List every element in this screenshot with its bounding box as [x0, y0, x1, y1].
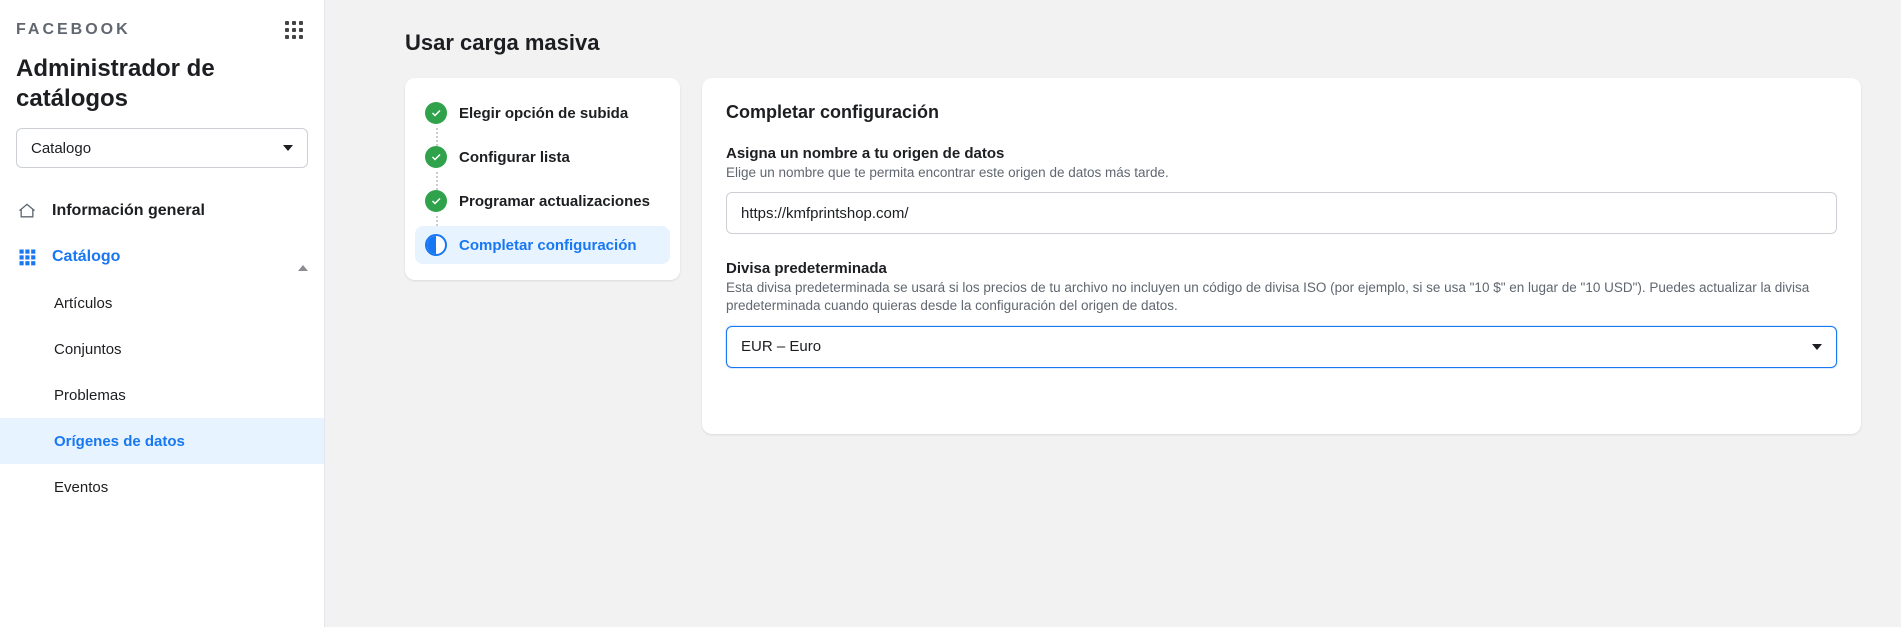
catalog-selector-value: Catalogo	[31, 140, 91, 157]
chevron-up-icon	[298, 248, 308, 266]
nav-items-label: Artículos	[54, 295, 112, 312]
app-title: Administrador de catálogos	[0, 48, 324, 128]
nav-data-sources-label: Orígenes de datos	[54, 433, 185, 450]
app-grid-icon	[285, 21, 303, 39]
check-icon	[425, 146, 447, 168]
main-content: Usar carga masiva Elegir opción de subid…	[325, 0, 1901, 627]
half-circle-icon	[425, 234, 447, 256]
form-title: Completar configuración	[726, 102, 1837, 123]
config-form: Completar configuración Asigna un nombre…	[702, 78, 1861, 434]
check-icon	[425, 190, 447, 212]
nav-overview[interactable]: Información general	[0, 188, 324, 234]
nav-items[interactable]: Artículos	[0, 280, 324, 326]
grid-icon	[16, 247, 38, 267]
nav-sets[interactable]: Conjuntos	[0, 326, 324, 372]
step-complete-config[interactable]: Completar configuración	[415, 226, 670, 264]
brand-logo: FACEBOOK	[16, 21, 131, 39]
steps-card: Elegir opción de subida Configurar lista…	[405, 78, 680, 280]
step-schedule-updates[interactable]: Programar actualizaciones	[415, 182, 670, 220]
nav-problems-label: Problemas	[54, 387, 126, 404]
nav-sets-label: Conjuntos	[54, 341, 122, 358]
step-label: Elegir opción de subida	[459, 105, 628, 122]
nav-events[interactable]: Eventos	[0, 464, 324, 510]
field-label: Asigna un nombre a tu origen de datos	[726, 145, 1837, 162]
chevron-down-icon	[1812, 344, 1822, 350]
page-heading: Usar carga masiva	[405, 24, 1861, 78]
home-icon	[16, 201, 38, 221]
step-label: Programar actualizaciones	[459, 193, 650, 210]
currency-value: EUR – Euro	[741, 338, 821, 355]
side-nav: Información general Catálogo Artículos C…	[0, 182, 324, 510]
chevron-down-icon	[283, 145, 293, 151]
nav-problems[interactable]: Problemas	[0, 372, 324, 418]
step-label: Completar configuración	[459, 237, 637, 254]
field-help: Esta divisa predeterminada se usará si l…	[726, 279, 1837, 315]
field-label: Divisa predeterminada	[726, 260, 1837, 277]
catalog-selector[interactable]: Catalogo	[16, 128, 308, 168]
step-configure-list[interactable]: Configurar lista	[415, 138, 670, 176]
app-switcher-button[interactable]	[280, 16, 308, 44]
nav-catalog-label: Catálogo	[52, 248, 120, 266]
field-data-source-name: Asigna un nombre a tu origen de datos El…	[726, 145, 1837, 234]
nav-events-label: Eventos	[54, 479, 108, 496]
check-icon	[425, 102, 447, 124]
nav-catalog[interactable]: Catálogo	[0, 234, 324, 280]
sidebar: FACEBOOK Administrador de catálogos Cata…	[0, 0, 325, 627]
step-label: Configurar lista	[459, 149, 570, 166]
nav-data-sources[interactable]: Orígenes de datos	[0, 418, 324, 464]
nav-overview-label: Información general	[52, 202, 205, 220]
step-upload-option[interactable]: Elegir opción de subida	[415, 94, 670, 132]
field-help: Elige un nombre que te permita encontrar…	[726, 164, 1837, 182]
default-currency-select[interactable]: EUR – Euro	[726, 326, 1837, 368]
data-source-name-input[interactable]	[726, 192, 1837, 234]
field-default-currency: Divisa predeterminada Esta divisa predet…	[726, 260, 1837, 367]
